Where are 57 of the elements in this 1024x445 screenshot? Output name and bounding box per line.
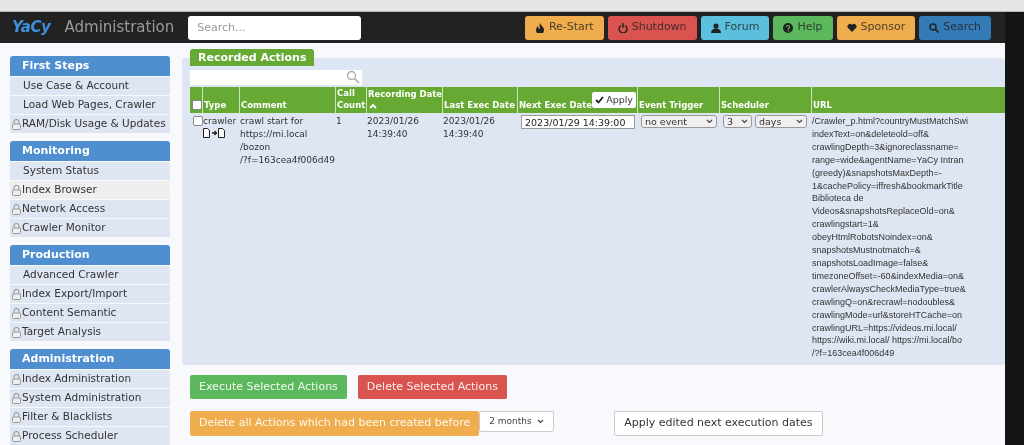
sidebar-item[interactable]: RAM/Disk Usage & Updates xyxy=(10,115,170,133)
date-input[interactable]: 2023/01/29 14:39:00 xyxy=(521,115,635,129)
chevron-down-icon xyxy=(537,419,545,424)
user-icon xyxy=(710,22,721,33)
table-cell: crawl start for https://mi.local /bozon /?f=163cea4f006d49 xyxy=(240,116,335,165)
sidebar-item[interactable]: Target Analysis xyxy=(10,323,170,341)
header-button[interactable]: Forum xyxy=(700,15,770,40)
filter-field[interactable] xyxy=(190,70,362,85)
document-arrow-document-icon xyxy=(203,128,226,138)
sidebar-item[interactable]: Content Semantic xyxy=(10,304,170,322)
section-heading: Production xyxy=(10,245,170,265)
section-heading: Administration xyxy=(10,349,170,369)
section-heading: Monitoring xyxy=(10,141,170,161)
chevron-down-icon xyxy=(741,119,748,124)
sidebar-item[interactable]: Filter & Blacklists xyxy=(10,408,170,426)
delete-selected-button[interactable]: Delete Selected Actions xyxy=(357,375,507,399)
search-icon xyxy=(346,70,360,84)
search-field[interactable]: Search... xyxy=(188,15,362,40)
apply-button[interactable]: Apply xyxy=(592,92,636,108)
header-button[interactable]: Help xyxy=(773,15,833,40)
fire-icon xyxy=(534,22,545,33)
table-cell: 1 xyxy=(336,116,342,126)
checkmark-icon xyxy=(595,96,605,104)
table-cell: 2023/01/26 14:39:40 xyxy=(443,116,495,139)
heart-icon xyxy=(846,22,857,33)
sidebar-item[interactable]: System Administration xyxy=(10,389,170,407)
sidebar-item[interactable]: Load Web Pages, Crawler xyxy=(10,96,170,114)
header-button[interactable]: Sponsor xyxy=(836,15,916,40)
table-cell: 2023/01/26 14:39:40 xyxy=(367,116,419,139)
search-icon xyxy=(929,22,940,33)
table-cell-text: crawler xyxy=(203,115,238,128)
power-icon xyxy=(617,22,628,33)
sidebar-item[interactable]: Index Export/Import xyxy=(10,285,170,303)
app-title: Administration xyxy=(64,17,175,39)
section-heading: First Steps xyxy=(10,56,170,76)
period-select[interactable]: 2 months xyxy=(479,411,555,432)
column-header[interactable]: Next Exec Date Apply xyxy=(518,87,638,113)
logo[interactable]: YaCy xyxy=(12,16,51,39)
url-text: /Crawler_p.html?countryMustMatchSwi indexText=on&deleteold=off& crawlingDepth=3&ignoreclassname= range=wide&agentName=YaCy Intran (greedy)&snapshotsMaxDepth=- 1&cachePolicy=iffresh&bookmarkTitle Biblioteca de Videos&snapshotsReplaceOld=on& crawlingstart=1& obeyHtmlRobotsNoindex=on& snapshotsMustnotmatch=& snapshotsLoadImage=false& timezoneOffset=-60&indexMedia=on& crawlerAlwaysCheckMediaType=true& crawlingQ=on&recrawl=nodoubles& crawlingMode=url&storeHTCache=on crawlingURL=https://videos.mi.local/ https://wiki.mi.local/ https://mi.local/bo /?f=163cea4f006d49 xyxy=(812,116,969,359)
checkbox[interactable] xyxy=(192,100,202,110)
sidebar-item[interactable]: Network Access xyxy=(10,200,170,218)
sidebar-item[interactable]: Process Scheduler xyxy=(10,427,170,445)
dropdown[interactable]: 3 xyxy=(723,115,752,128)
sidebar-item[interactable]: Index Administration xyxy=(10,370,170,388)
header-button[interactable]: Re-Start xyxy=(524,15,604,40)
sidebar-item[interactable]: Advanced Crawler xyxy=(10,266,170,284)
dropdown[interactable]: no event xyxy=(641,115,717,128)
sidebar-item[interactable]: System Status xyxy=(10,162,170,180)
chevron-down-icon xyxy=(706,119,713,124)
chevron-down-icon xyxy=(796,119,803,124)
checkbox[interactable] xyxy=(193,116,203,126)
sidebar-item[interactable]: Index Browser xyxy=(10,181,170,199)
apply-dates-button[interactable]: Apply edited next execution dates xyxy=(614,411,823,436)
help-icon xyxy=(783,22,794,33)
sidebar-item[interactable]: Use Case & Account xyxy=(10,77,170,95)
dropdown[interactable]: days xyxy=(755,115,807,128)
sidebar-item[interactable]: Crawler Monitor xyxy=(10,219,170,237)
